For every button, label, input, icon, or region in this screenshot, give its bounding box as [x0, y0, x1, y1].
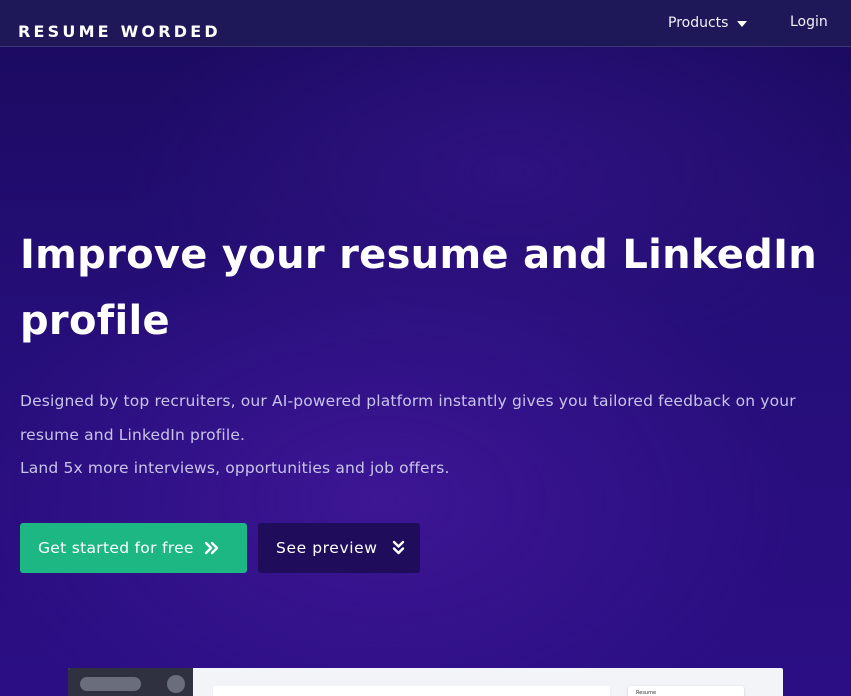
see-preview-button[interactable]: See preview: [258, 523, 420, 573]
double-chevron-right-icon: [204, 541, 220, 555]
see-preview-label: See preview: [276, 539, 378, 557]
preview-card-label: Resume: [636, 690, 657, 696]
nav-login-link[interactable]: Login: [790, 14, 828, 30]
hero-description-line-3: Land 5x more interviews, opportunities a…: [20, 459, 450, 477]
hero-description-line-1: Designed by top recruiters, our AI-power…: [20, 392, 796, 410]
caret-down-icon: [737, 20, 748, 27]
get-started-label: Get started for free: [38, 539, 194, 557]
double-chevron-down-icon: [392, 540, 405, 556]
hero-title-line-1: Improve your resume and LinkedIn: [20, 232, 818, 278]
preview-sidebar: [68, 668, 193, 696]
top-nav-bar: RESUME WORDED Products Login: [0, 0, 851, 47]
preview-card: Resume: [628, 686, 744, 696]
preview-sidebar-pill: [80, 677, 141, 691]
nav-products-dropdown[interactable]: Products: [668, 14, 748, 32]
product-preview-screenshot: Resume: [68, 668, 783, 696]
preview-sidebar-avatar: [167, 675, 185, 693]
preview-content-bar: [213, 686, 610, 696]
hero-description-line-2: resume and LinkedIn profile.: [20, 426, 246, 444]
logo[interactable]: RESUME WORDED: [18, 22, 221, 41]
hero-title-line-2: profile: [20, 298, 170, 344]
get-started-button[interactable]: Get started for free: [20, 523, 247, 573]
nav-products-label: Products: [668, 15, 729, 31]
hero-title: Improve your resume and LinkedIn profile: [20, 222, 840, 354]
hero-description: Designed by top recruiters, our AI-power…: [20, 384, 845, 485]
